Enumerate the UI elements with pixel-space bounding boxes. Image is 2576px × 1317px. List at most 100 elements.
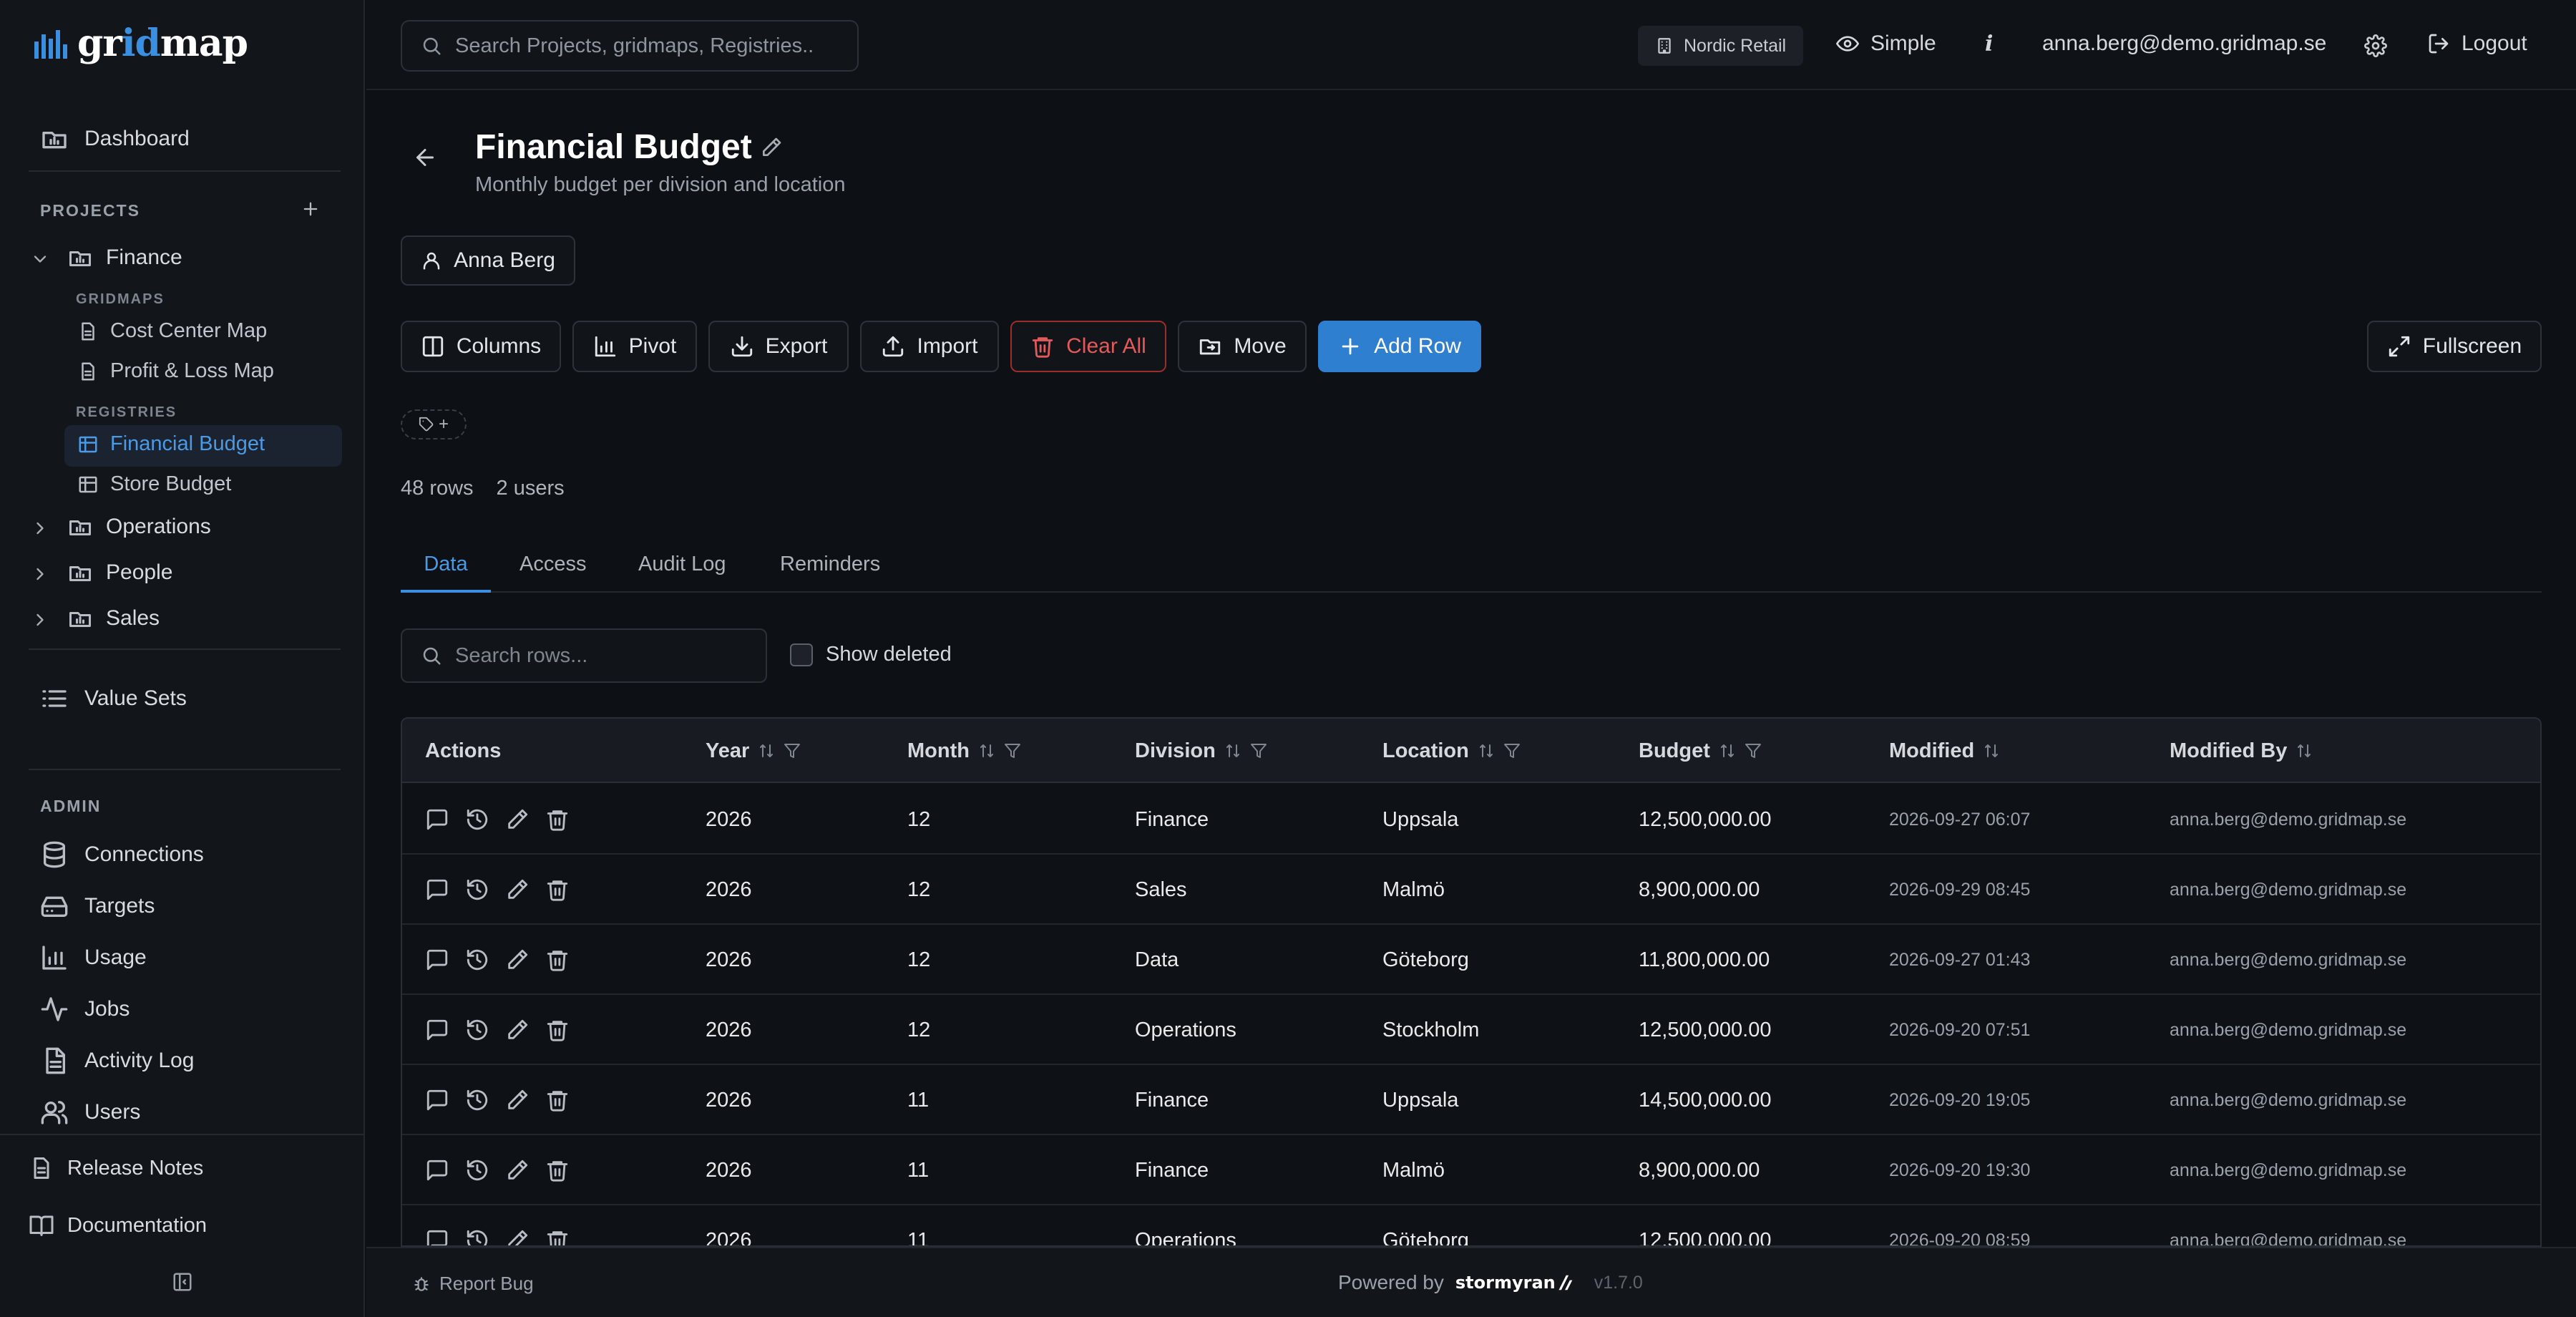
history-icon[interactable]	[465, 807, 489, 832]
column-header-modified-by[interactable]: Modified By	[2170, 719, 2313, 783]
filter-icon[interactable]	[1745, 742, 1762, 759]
sidebar-gridmap-profit-loss[interactable]: Profit & Loss Map	[77, 359, 274, 383]
sort-icon[interactable]	[978, 742, 995, 759]
sort-icon[interactable]	[1983, 742, 2000, 759]
info-button[interactable]: i	[1985, 31, 1993, 57]
trash-icon[interactable]	[545, 878, 570, 902]
history-icon[interactable]	[465, 1018, 489, 1042]
clear-all-button[interactable]: Clear All	[1010, 321, 1166, 372]
sort-icon[interactable]	[1478, 742, 1495, 759]
comment-icon[interactable]	[425, 1228, 449, 1247]
sidebar-item-usage[interactable]: Usage	[40, 943, 147, 972]
edit-icon[interactable]	[505, 1018, 530, 1042]
sidebar-project-sales[interactable]: Sales	[67, 606, 160, 631]
tab-data[interactable]: Data	[401, 553, 491, 593]
sidebar-item-connections[interactable]: Connections	[40, 840, 204, 869]
view-mode-toggle[interactable]: Simple	[1836, 31, 1936, 56]
tab-audit-log[interactable]: Audit Log	[638, 553, 726, 593]
chevron-right-icon[interactable]	[30, 610, 50, 630]
global-search-input[interactable]: Search Projects, gridmaps, Registries..	[401, 20, 859, 72]
sidebar-item-value-sets[interactable]: Value Sets	[40, 684, 187, 713]
organization-badge[interactable]: Nordic Retail	[1638, 26, 1804, 66]
import-button[interactable]: Import	[860, 321, 999, 372]
comment-icon[interactable]	[425, 1158, 449, 1182]
sidebar-project-operations[interactable]: Operations	[67, 514, 211, 540]
row-search-input[interactable]: Search rows...	[401, 628, 767, 683]
sidebar-item-jobs[interactable]: Jobs	[40, 995, 130, 1024]
edit-icon[interactable]	[505, 1228, 530, 1247]
columns-button[interactable]: Columns	[401, 321, 561, 372]
pivot-button[interactable]: Pivot	[572, 321, 697, 372]
sort-icon[interactable]	[758, 742, 775, 759]
filter-icon[interactable]	[1004, 742, 1021, 759]
trash-icon[interactable]	[545, 1018, 570, 1042]
add-project-icon[interactable]	[301, 199, 321, 219]
trash-icon[interactable]	[545, 807, 570, 832]
edit-icon[interactable]	[505, 878, 530, 902]
owner-chip[interactable]: Anna Berg	[401, 235, 575, 286]
table-row[interactable]: 2026 11 Operations Göteborg 12,500,000.00 202…	[402, 1205, 2540, 1247]
sidebar-registry-financial-budget[interactable]: Financial Budget	[77, 432, 265, 456]
history-icon[interactable]	[465, 1228, 489, 1247]
show-deleted-checkbox[interactable]	[790, 643, 813, 666]
chevron-down-icon[interactable]	[30, 249, 50, 269]
history-icon[interactable]	[465, 878, 489, 902]
comment-icon[interactable]	[425, 1088, 449, 1112]
sidebar-gridmap-cost-center[interactable]: Cost Center Map	[77, 319, 267, 343]
trash-icon[interactable]	[545, 1158, 570, 1182]
chevron-right-icon[interactable]	[30, 518, 50, 538]
trash-icon[interactable]	[545, 1228, 570, 1247]
sort-icon[interactable]	[2296, 742, 2313, 759]
edit-icon[interactable]	[505, 807, 530, 832]
report-bug-link[interactable]: Report Bug	[412, 1273, 534, 1295]
column-header-modified[interactable]: Modified	[1889, 719, 2000, 783]
sidebar-item-activity-log[interactable]: Activity Log	[40, 1046, 194, 1075]
column-header-month[interactable]: Month	[907, 719, 1021, 783]
add-row-button[interactable]: Add Row	[1318, 321, 1481, 372]
trash-icon[interactable]	[545, 1088, 570, 1112]
comment-icon[interactable]	[425, 1018, 449, 1042]
table-row[interactable]: 2026 12 Operations Stockholm 12,500,000.00 20…	[402, 995, 2540, 1065]
edit-icon[interactable]	[505, 1158, 530, 1182]
add-tag-button[interactable]: +	[401, 409, 467, 439]
filter-icon[interactable]	[784, 742, 801, 759]
sidebar-release-notes[interactable]: Release Notes	[29, 1155, 203, 1181]
sidebar-item-dashboard[interactable]: Dashboard	[40, 125, 190, 153]
comment-icon[interactable]	[425, 807, 449, 832]
trash-icon[interactable]	[545, 948, 570, 972]
filter-icon[interactable]	[1250, 742, 1267, 759]
logout-button[interactable]: Logout	[2427, 31, 2527, 56]
sort-icon[interactable]	[1224, 742, 1241, 759]
collapse-sidebar-icon[interactable]	[172, 1271, 193, 1293]
table-row[interactable]: 2026 12 Data Göteborg 11,800,000.00 2026-09-2…	[402, 925, 2540, 995]
history-icon[interactable]	[465, 1158, 489, 1182]
chevron-right-icon[interactable]	[30, 564, 50, 584]
sidebar-project-people[interactable]: People	[67, 560, 172, 585]
logo[interactable]: gridmap	[33, 21, 248, 65]
filter-icon[interactable]	[1503, 742, 1521, 759]
sidebar-documentation[interactable]: Documentation	[29, 1212, 207, 1238]
table-row[interactable]: 2026 12 Finance Uppsala 12,500,000.00 2026-09…	[402, 784, 2540, 855]
column-header-budget[interactable]: Budget	[1639, 719, 1762, 783]
user-email[interactable]: anna.berg@demo.gridmap.se	[2042, 31, 2326, 56]
column-header-location[interactable]: Location	[1382, 719, 1521, 783]
tab-access[interactable]: Access	[519, 553, 586, 593]
sort-icon[interactable]	[1719, 742, 1736, 759]
sidebar-item-targets[interactable]: Targets	[40, 892, 155, 920]
export-button[interactable]: Export	[708, 321, 849, 372]
edit-icon[interactable]	[505, 948, 530, 972]
column-header-year[interactable]: Year	[706, 719, 801, 783]
back-arrow-icon[interactable]	[412, 145, 438, 170]
move-button[interactable]: Move	[1178, 321, 1307, 372]
history-icon[interactable]	[465, 948, 489, 972]
comment-icon[interactable]	[425, 878, 449, 902]
table-row[interactable]: 2026 11 Finance Uppsala 14,500,000.00 2026-09…	[402, 1065, 2540, 1135]
table-row[interactable]: 2026 11 Finance Malmö 8,900,000.00 2026-09-20…	[402, 1135, 2540, 1205]
gear-icon[interactable]	[2364, 34, 2387, 57]
sidebar-project-finance[interactable]: Finance	[67, 245, 182, 271]
comment-icon[interactable]	[425, 948, 449, 972]
fullscreen-button[interactable]: Fullscreen	[2367, 321, 2542, 372]
history-icon[interactable]	[465, 1088, 489, 1112]
tab-reminders[interactable]: Reminders	[780, 553, 880, 593]
show-deleted-toggle[interactable]: Show deleted	[790, 643, 952, 666]
